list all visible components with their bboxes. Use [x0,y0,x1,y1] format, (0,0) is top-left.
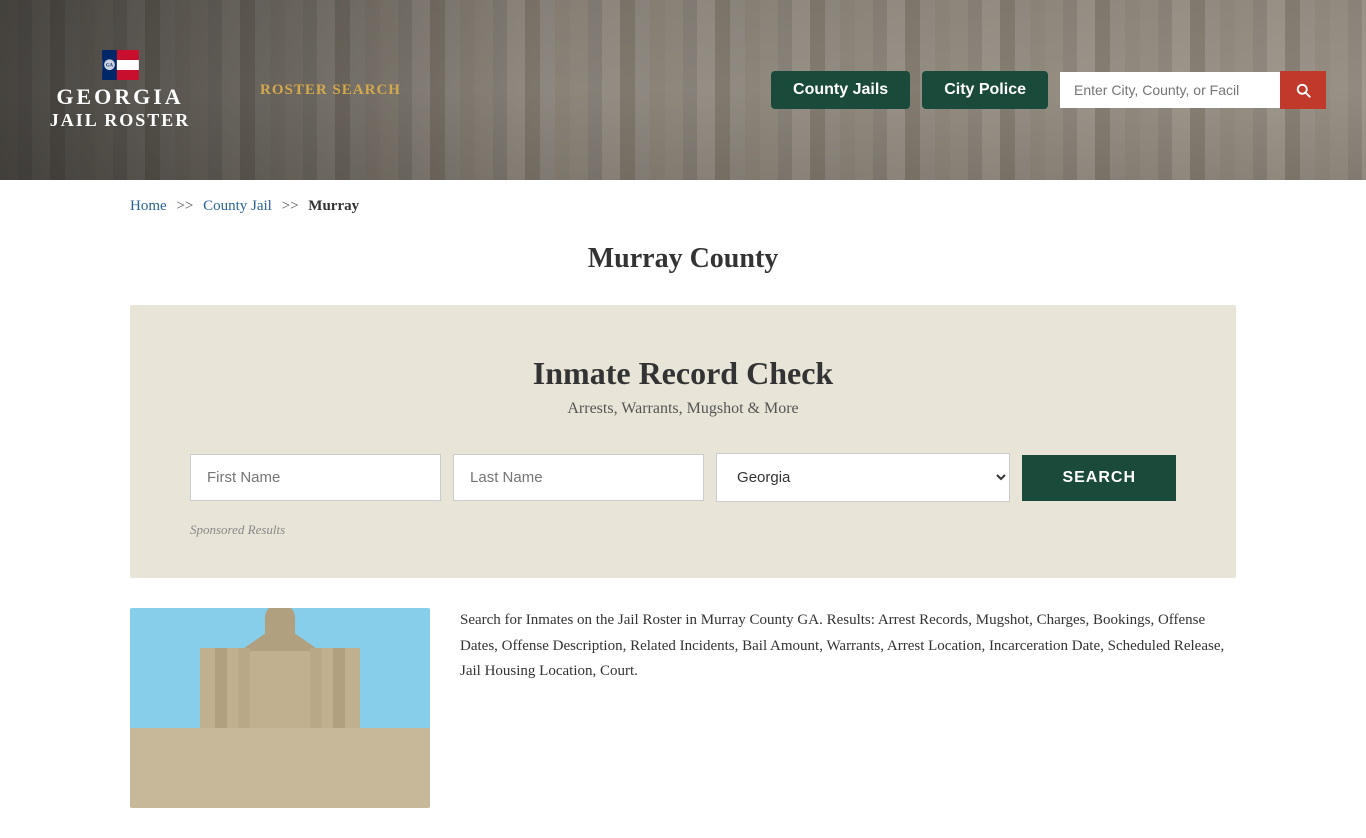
roster-search-link[interactable]: ROSTER SEARCH [260,82,401,99]
state-select[interactable]: AlabamaAlaskaArizonaArkansasCaliforniaCo… [716,453,1010,502]
city-police-button[interactable]: City Police [922,71,1048,109]
building-silhouette [200,648,360,728]
breadcrumb-current: Murray [308,198,359,214]
county-jails-button[interactable]: County Jails [771,71,910,109]
record-check-search-button[interactable]: SEARCH [1022,455,1176,501]
record-check-form: AlabamaAlaskaArizonaArkansasCaliforniaCo… [190,453,1176,502]
breadcrumb-sep2: >> [282,198,299,214]
logo-georgia-text: GEORGIA [56,84,183,110]
breadcrumb-home[interactable]: Home [130,198,167,214]
page-title: Murray County [0,243,1366,275]
first-name-input[interactable] [190,454,441,501]
sponsored-results-label: Sponsored Results [190,522,1176,538]
georgia-flag-icon: GA [98,50,143,80]
record-check-title: Inmate Record Check [190,355,1176,392]
county-building-image [130,608,430,808]
breadcrumb-sep1: >> [176,198,193,214]
header-search-button[interactable] [1280,71,1326,109]
page-title-section: Murray County [0,233,1366,305]
county-description: Search for Inmates on the Jail Roster in… [460,608,1236,685]
header-right-controls: County Jails City Police [771,71,1326,109]
record-check-subtitle: Arrests, Warrants, Mugshot & More [190,400,1176,418]
bottom-content: Search for Inmates on the Jail Roster in… [0,578,1366,838]
site-header: GA GEORGIA JAIL ROSTER ROSTER SEARCH Cou… [0,0,1366,180]
site-logo: GA GEORGIA JAIL ROSTER [40,50,200,131]
last-name-input[interactable] [453,454,704,501]
svg-text:GA: GA [106,63,114,68]
record-check-section: Inmate Record Check Arrests, Warrants, M… [130,305,1236,578]
header-search-input[interactable] [1060,72,1280,108]
header-search-bar [1060,71,1326,109]
breadcrumb: Home >> County Jail >> Murray [0,180,1366,233]
search-icon [1294,81,1312,99]
logo-jail-text: JAIL ROSTER [50,110,191,131]
breadcrumb-county-jail[interactable]: County Jail [203,198,272,214]
